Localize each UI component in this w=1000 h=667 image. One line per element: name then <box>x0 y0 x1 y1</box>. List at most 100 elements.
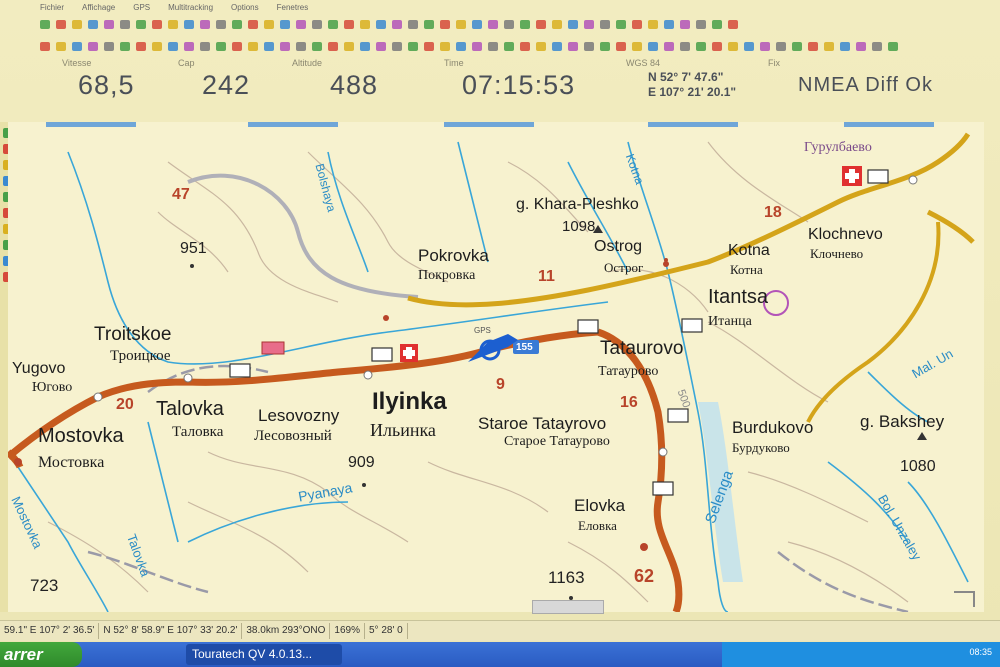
toolbar-button-icon[interactable] <box>184 41 194 51</box>
toolbar-button-icon[interactable] <box>616 41 626 51</box>
toolbar-button-icon[interactable] <box>472 41 482 51</box>
toolbar-button-icon[interactable] <box>376 19 386 29</box>
toolbar-button-icon[interactable] <box>152 41 162 51</box>
toolbar-button-icon[interactable] <box>840 41 850 51</box>
toolbar-button-icon[interactable] <box>88 41 98 51</box>
toolbar-button-icon[interactable] <box>520 19 530 29</box>
start-button[interactable]: arrer <box>0 642 82 667</box>
toolbar-button-icon[interactable] <box>456 41 466 51</box>
toolbar-button-icon[interactable] <box>392 41 402 51</box>
toolbar-button-icon[interactable] <box>600 41 610 51</box>
toolbar-button-icon[interactable] <box>152 19 162 29</box>
toolbar-button-icon[interactable] <box>552 19 562 29</box>
toolbar-button-icon[interactable] <box>120 19 130 29</box>
toolbar-button-icon[interactable] <box>696 19 706 29</box>
menu-view[interactable]: Affichage <box>82 3 115 12</box>
toolbar-button-icon[interactable] <box>296 19 306 29</box>
toolbar-button-icon[interactable] <box>296 41 306 51</box>
toolbar-button-icon[interactable] <box>472 19 482 29</box>
toolbar-button-icon[interactable] <box>664 19 674 29</box>
taskbar-touratech-button[interactable]: Touratech QV 4.0.13... <box>186 644 342 665</box>
toolbar-button-icon[interactable] <box>776 41 786 51</box>
toolbar-button-icon[interactable] <box>440 41 450 51</box>
toolbar-button-icon[interactable] <box>696 41 706 51</box>
toolbar-button-icon[interactable] <box>552 41 562 51</box>
toolbar-button-icon[interactable] <box>136 19 146 29</box>
menu-multitracking[interactable]: Multitracking <box>168 3 213 12</box>
toolbar-button-icon[interactable] <box>712 19 722 29</box>
toolbar-button-icon[interactable] <box>424 19 434 29</box>
toolbar-button-icon[interactable] <box>104 19 114 29</box>
menu-gps[interactable]: GPS <box>133 3 150 12</box>
toolbar-button-icon[interactable] <box>408 41 418 51</box>
toolbar-button-icon[interactable] <box>536 19 546 29</box>
toolbar-button-icon[interactable] <box>648 41 658 51</box>
map-view[interactable]: Troitskoe Троицкое Yugovo Югово Mostovka… <box>8 122 984 612</box>
toolbar-button-icon[interactable] <box>728 41 738 51</box>
toolbar-button-icon[interactable] <box>712 41 722 51</box>
toolbar-button-icon[interactable] <box>584 19 594 29</box>
toolbar-button-icon[interactable] <box>344 41 354 51</box>
toolbar-button-icon[interactable] <box>504 41 514 51</box>
toolbar-button-icon[interactable] <box>728 19 738 29</box>
toolbar-button-icon[interactable] <box>424 41 434 51</box>
toolbar-button-icon[interactable] <box>760 41 770 51</box>
toolbar-button-icon[interactable] <box>200 19 210 29</box>
toolbar-button-icon[interactable] <box>184 19 194 29</box>
toolbar-button-icon[interactable] <box>40 19 50 29</box>
toolbar-button-icon[interactable] <box>232 41 242 51</box>
toolbar-button-icon[interactable] <box>680 41 690 51</box>
toolbar-button-icon[interactable] <box>168 41 178 51</box>
toolbar-button-icon[interactable] <box>856 41 866 51</box>
toolbar-button-icon[interactable] <box>568 41 578 51</box>
toolbar-button-icon[interactable] <box>664 41 674 51</box>
toolbar-button-icon[interactable] <box>488 19 498 29</box>
toolbar-button-icon[interactable] <box>312 19 322 29</box>
toolbar-button-icon[interactable] <box>360 19 370 29</box>
toolbar-button-icon[interactable] <box>312 41 322 51</box>
toolbar-button-icon[interactable] <box>248 41 258 51</box>
toolbar-button-icon[interactable] <box>136 41 146 51</box>
toolbar-button-icon[interactable] <box>600 19 610 29</box>
toolbar-button-icon[interactable] <box>280 41 290 51</box>
toolbar-button-icon[interactable] <box>632 19 642 29</box>
toolbar-button-icon[interactable] <box>888 41 898 51</box>
toolbar-button-icon[interactable] <box>264 41 274 51</box>
toolbar-button-icon[interactable] <box>536 41 546 51</box>
toolbar-button-icon[interactable] <box>328 41 338 51</box>
toolbar-button-icon[interactable] <box>680 19 690 29</box>
toolbar-button-icon[interactable] <box>72 19 82 29</box>
toolbar-button-icon[interactable] <box>264 19 274 29</box>
toolbar-button-icon[interactable] <box>72 41 82 51</box>
toolbar-button-icon[interactable] <box>408 19 418 29</box>
toolbar-button-icon[interactable] <box>808 41 818 51</box>
toolbar-button-icon[interactable] <box>216 41 226 51</box>
toolbar-button-icon[interactable] <box>744 41 754 51</box>
menu-file[interactable]: Fichier <box>40 3 64 12</box>
toolbar-button-icon[interactable] <box>632 41 642 51</box>
toolbar-button-icon[interactable] <box>360 41 370 51</box>
toolbar-button-icon[interactable] <box>232 19 242 29</box>
toolbar-button-icon[interactable] <box>520 41 530 51</box>
toolbar-button-icon[interactable] <box>792 41 802 51</box>
toolbar-button-icon[interactable] <box>648 19 658 29</box>
map-canvas[interactable] <box>8 122 984 612</box>
toolbar-button-icon[interactable] <box>168 19 178 29</box>
toolbar-button-icon[interactable] <box>120 41 130 51</box>
menu-options[interactable]: Options <box>231 3 259 12</box>
toolbar-button-icon[interactable] <box>200 41 210 51</box>
toolbar-button-icon[interactable] <box>248 19 258 29</box>
toolbar-button-icon[interactable] <box>56 41 66 51</box>
toolbar-button-icon[interactable] <box>56 19 66 29</box>
toolbar-button-icon[interactable] <box>440 19 450 29</box>
toolbar-button-icon[interactable] <box>568 19 578 29</box>
toolbar-button-icon[interactable] <box>616 19 626 29</box>
toolbar-button-icon[interactable] <box>104 41 114 51</box>
toolbar-button-icon[interactable] <box>392 19 402 29</box>
toolbar-button-icon[interactable] <box>344 19 354 29</box>
toolbar-button-icon[interactable] <box>504 19 514 29</box>
toolbar-button-icon[interactable] <box>824 41 834 51</box>
toolbar-button-icon[interactable] <box>216 19 226 29</box>
toolbar-button-icon[interactable] <box>280 19 290 29</box>
toolbar-button-icon[interactable] <box>376 41 386 51</box>
